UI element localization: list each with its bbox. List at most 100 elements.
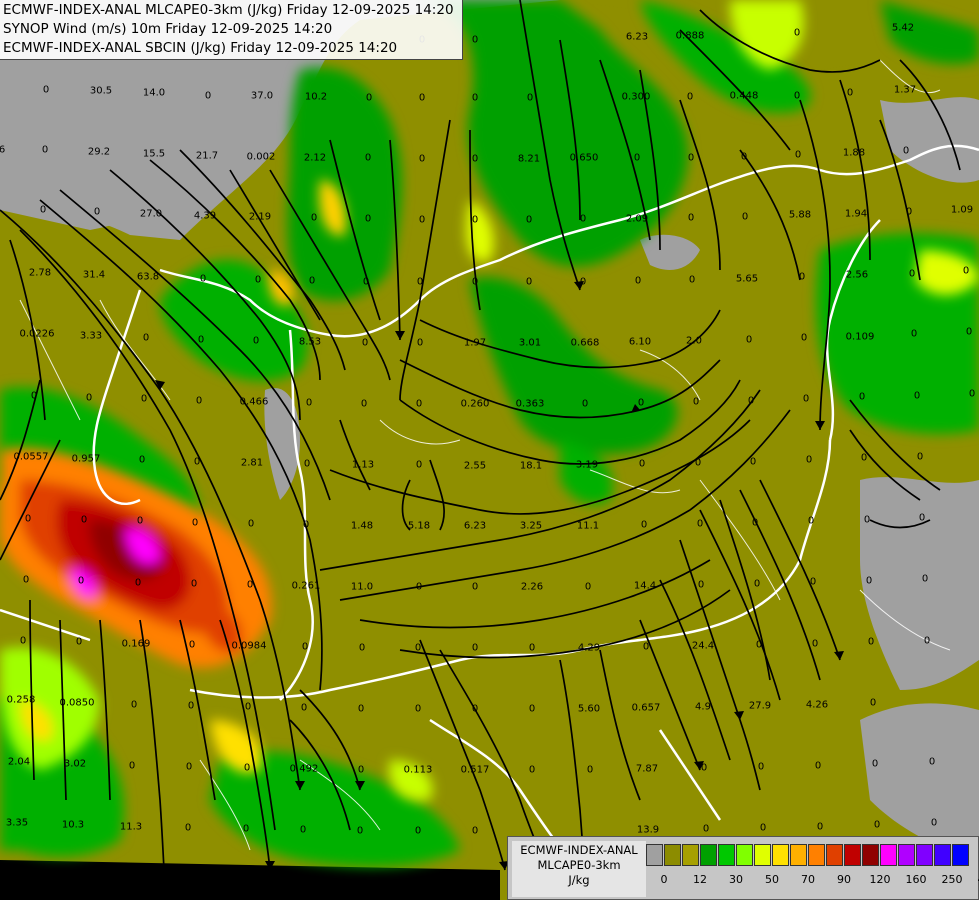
cin-value-label: 0 bbox=[755, 639, 763, 651]
cin-value-label: 0 bbox=[579, 213, 587, 225]
cin-value-label: 0 bbox=[471, 276, 479, 288]
cin-value-label: 0 bbox=[361, 337, 369, 349]
cin-value-label: 0 bbox=[415, 581, 423, 593]
cin-value-label: 0 bbox=[741, 211, 749, 223]
cin-value-label: 0 bbox=[85, 392, 93, 404]
cin-value-label: 0.113 bbox=[403, 764, 433, 776]
cin-value-label: 5.65 bbox=[735, 273, 759, 285]
cin-value-label: 0 bbox=[93, 206, 101, 218]
header-line-wind: SYNOP Wind (m/s) 10m Friday 12-09-2025 1… bbox=[3, 21, 333, 37]
cin-value-label: 0 bbox=[247, 518, 255, 530]
legend-swatch bbox=[808, 844, 825, 866]
cin-value-label: 0 bbox=[414, 703, 422, 715]
cin-value-label: 0 bbox=[246, 579, 254, 591]
legend-swatch bbox=[754, 844, 771, 866]
cin-value-label: 0 bbox=[128, 760, 136, 772]
cin-value-label: 3.25 bbox=[519, 520, 543, 532]
cin-value-label: 0.261 bbox=[291, 580, 321, 592]
cin-value-label: 0 bbox=[697, 579, 705, 591]
cin-value-label: 0 bbox=[77, 575, 85, 587]
cin-value-label: 8.21 bbox=[517, 153, 541, 165]
cin-value-label: 0 bbox=[846, 87, 854, 99]
cin-value-label: 6 bbox=[0, 144, 6, 156]
cin-value-label: 0 bbox=[637, 397, 645, 409]
legend-tick-label: 90 bbox=[837, 873, 851, 886]
cin-value-label: 0 bbox=[798, 271, 806, 283]
cin-value-label: 0 bbox=[965, 326, 973, 338]
cin-value-label: 2.0 bbox=[686, 335, 702, 347]
legend-swatch bbox=[880, 844, 897, 866]
cin-value-label: 0.0557 bbox=[13, 451, 49, 463]
cin-value-label: 0 bbox=[526, 92, 534, 104]
cin-value-label: 0 bbox=[740, 151, 748, 163]
cin-value-label: 0.888 bbox=[675, 30, 705, 42]
legend-swatch bbox=[844, 844, 861, 866]
cin-value-label: 0 bbox=[308, 275, 316, 287]
cin-value-label: 0 bbox=[305, 397, 313, 409]
cin-value-label: 2.09 bbox=[625, 213, 649, 225]
cin-value-label: 1.48 bbox=[350, 520, 374, 532]
cin-value-label: 6.10 bbox=[628, 336, 652, 348]
cin-value-label: 0 bbox=[759, 822, 767, 834]
cin-value-label: 0 bbox=[687, 152, 695, 164]
cin-value-label: 0 bbox=[858, 391, 866, 403]
cin-value-label: 0.650 bbox=[569, 152, 599, 164]
cin-value-label: 5.42 bbox=[891, 22, 915, 34]
cin-value-label: 0 bbox=[187, 700, 195, 712]
cin-value-label: 2.26 bbox=[520, 581, 544, 593]
cin-value-label: 30.5 bbox=[89, 85, 113, 97]
cin-value-label: 0 bbox=[968, 388, 976, 400]
cin-value-label: 10.3 bbox=[61, 819, 85, 831]
cin-value-label: 0 bbox=[415, 398, 423, 410]
cin-value-label: 0 bbox=[364, 152, 372, 164]
cin-value-label: 0 bbox=[471, 92, 479, 104]
map-canvas bbox=[0, 0, 979, 900]
legend-tick-label: 0 bbox=[660, 873, 668, 886]
legend-color-bar bbox=[646, 844, 970, 866]
cin-value-label: 0 bbox=[197, 334, 205, 346]
cin-value-label: 0 bbox=[908, 268, 916, 280]
cin-value-label: 3.33 bbox=[79, 330, 103, 342]
cin-value-label: 2.04 bbox=[7, 756, 31, 768]
cin-value-label: 0.258 bbox=[6, 694, 36, 706]
cin-value-label: 0 bbox=[471, 34, 479, 46]
cin-value-label: 0.002 bbox=[246, 151, 276, 163]
cin-value-label: 2.55 bbox=[463, 460, 487, 472]
cin-value-label: 0 bbox=[638, 458, 646, 470]
cin-value-label: 0 bbox=[586, 764, 594, 776]
cin-value-label: 0 bbox=[414, 825, 422, 837]
cin-value-label: 1.13 bbox=[351, 459, 375, 471]
legend-swatch bbox=[772, 844, 789, 866]
cin-value-label: 0 bbox=[916, 451, 924, 463]
cin-value-label: 11.3 bbox=[119, 821, 143, 833]
cin-value-label: 0 bbox=[302, 519, 310, 531]
cin-value-label: 0 bbox=[902, 145, 910, 157]
cin-value-label: 0 bbox=[362, 276, 370, 288]
cin-value-label: 0 bbox=[140, 393, 148, 405]
cin-value-label: 0 bbox=[745, 334, 753, 346]
legend-swatch bbox=[934, 844, 951, 866]
cin-value-label: 3.01 bbox=[518, 337, 542, 349]
cin-value-label: 0 bbox=[757, 761, 765, 773]
cin-value-label: 0 bbox=[358, 642, 366, 654]
cin-value-label: 0 bbox=[686, 91, 694, 103]
cin-value-label: 0 bbox=[814, 760, 822, 772]
cin-value-label: 0 bbox=[913, 390, 921, 402]
cin-value-label: 0.466 bbox=[239, 396, 269, 408]
header-line-cape: ECMWF-INDEX-ANAL MLCAPE0-3km (J/kg) Frid… bbox=[3, 2, 454, 18]
legend-tick-label: 50 bbox=[765, 873, 779, 886]
cin-value-label: 0 bbox=[692, 396, 700, 408]
cin-value-label: 0 bbox=[525, 214, 533, 226]
cin-value-label: 0 bbox=[688, 274, 696, 286]
cin-value-label: 37.0 bbox=[250, 90, 274, 102]
cin-value-label: 3.35 bbox=[5, 817, 29, 829]
cin-value-label: 0 bbox=[584, 581, 592, 593]
cin-value-label: 0 bbox=[633, 152, 641, 164]
cin-value-label: 0 bbox=[418, 153, 426, 165]
cin-value-label: 1.09 bbox=[950, 204, 974, 216]
legend-tick-label: 120 bbox=[869, 873, 891, 886]
cin-value-label: 0 bbox=[357, 703, 365, 715]
cin-value-label: 5.88 bbox=[788, 209, 812, 221]
cin-value-label: 0 bbox=[195, 395, 203, 407]
cin-value-label: 0 bbox=[191, 517, 199, 529]
